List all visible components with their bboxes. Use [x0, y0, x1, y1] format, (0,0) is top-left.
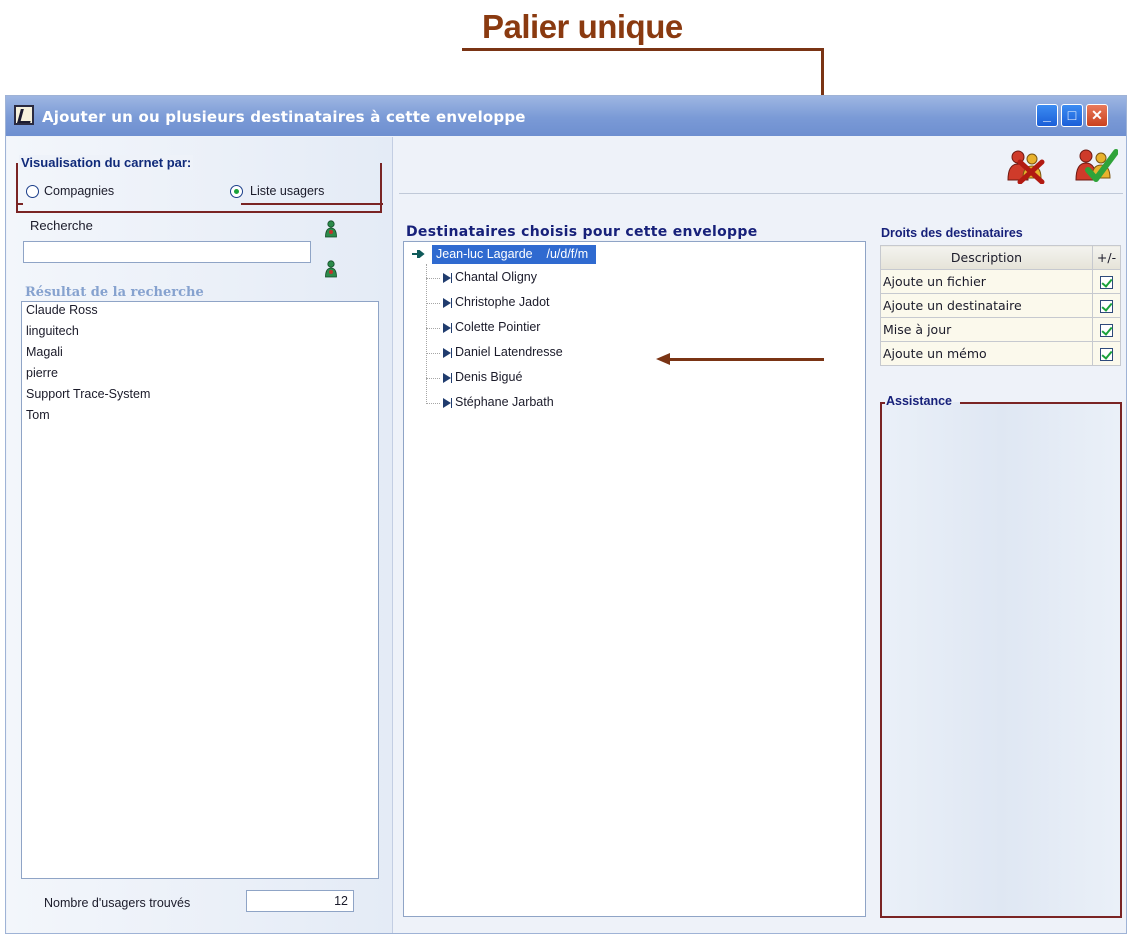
dialog-window: Ajouter un ou plusieurs destinataires à … [5, 95, 1127, 934]
maximize-icon: □ [1067, 107, 1077, 123]
annotation-underline [462, 48, 824, 51]
bar-icon [451, 273, 452, 283]
bar-icon [451, 373, 452, 383]
minimize-button[interactable]: _ [1036, 104, 1058, 127]
table-row: Mise à jour [880, 317, 1121, 342]
radio-user-list-label[interactable]: Liste usagers [250, 184, 324, 198]
root-arrow-icon [412, 250, 425, 258]
group-border [960, 402, 1122, 404]
checkbox[interactable] [1100, 348, 1113, 361]
checkbox[interactable] [1100, 300, 1113, 313]
play-icon [443, 298, 451, 308]
user-count-field: 12 [246, 890, 354, 912]
tree-item-label: Chantal Oligny [455, 270, 537, 284]
play-icon [443, 373, 451, 383]
group-border [17, 203, 23, 205]
user-count-label: Nombre d'usagers trouvés [44, 896, 191, 910]
table-row: Ajoute un fichier [880, 269, 1121, 294]
table-header-row: Description +/- [880, 245, 1121, 270]
checkbox[interactable] [1100, 324, 1113, 337]
radio-user-list[interactable] [230, 185, 243, 198]
toolbar-separator [399, 193, 1123, 194]
tree-guide [426, 264, 427, 402]
close-button[interactable]: ✕ [1086, 104, 1108, 127]
tree-root-owner[interactable]: Jean-luc Lagarde /u/d/f/m [432, 245, 597, 264]
search-label: Recherche [30, 218, 93, 233]
checkbox[interactable] [1100, 276, 1113, 289]
right-toggle[interactable] [1092, 293, 1121, 318]
title-bar[interactable]: Ajouter un ou plusieurs destinataires à … [6, 96, 1126, 136]
list-item[interactable]: Magali [26, 345, 63, 359]
results-label: Résultat de la recherche [25, 285, 204, 300]
close-icon: ✕ [1091, 107, 1103, 123]
table-row: Ajoute un mémo [880, 341, 1121, 366]
right-label: Ajoute un mémo [880, 341, 1093, 366]
add-person-icon[interactable] [324, 260, 338, 278]
bar-icon [451, 323, 452, 333]
list-item[interactable]: Tom [26, 408, 50, 422]
tree-connector [426, 278, 440, 279]
search-person-icon[interactable] [324, 220, 338, 238]
search-input[interactable] [23, 241, 311, 263]
maximize-button[interactable]: □ [1061, 104, 1083, 127]
annotation-connector-horizontal [668, 358, 824, 361]
group-border [241, 203, 383, 205]
list-item[interactable]: linguitech [26, 324, 79, 338]
tree-connector [426, 353, 440, 354]
right-toggle[interactable] [1092, 269, 1121, 294]
minimize-icon: _ [1043, 107, 1051, 123]
right-label: Ajoute un fichier [880, 269, 1093, 294]
assistance-panel [880, 402, 1122, 918]
group-border [880, 402, 885, 404]
tree-connector [426, 328, 440, 329]
annotation-arrowhead-icon [656, 353, 670, 365]
tree-item-label: Christophe Jadot [455, 295, 550, 309]
view-mode-label: Visualisation du carnet par: [19, 155, 194, 170]
table-row: Ajoute un destinataire [880, 293, 1121, 318]
radio-companies[interactable] [26, 185, 39, 198]
tree-item-label: Denis Bigué [455, 370, 523, 384]
bar-icon [451, 298, 452, 308]
tree-connector [426, 378, 440, 379]
column-toggle: +/- [1092, 245, 1121, 270]
envelope-app-icon [14, 105, 34, 125]
confirm-users-icon[interactable] [1074, 146, 1118, 184]
rights-table: Description +/- Ajoute un fichier Ajoute… [880, 245, 1121, 366]
play-icon [443, 398, 451, 408]
right-toggle[interactable] [1092, 317, 1121, 342]
list-item[interactable]: pierre [26, 366, 58, 380]
right-toggle[interactable] [1092, 341, 1121, 366]
right-label: Ajoute un destinataire [880, 293, 1093, 318]
annotation-title: Palier unique [482, 8, 683, 45]
tree-connector [426, 303, 440, 304]
list-item[interactable]: Claude Ross [26, 303, 98, 317]
right-label: Mise à jour [880, 317, 1093, 342]
bar-icon [451, 398, 452, 408]
column-description: Description [880, 245, 1093, 270]
play-icon [443, 323, 451, 333]
bar-icon [451, 348, 452, 358]
cancel-users-icon[interactable] [1006, 148, 1046, 184]
rights-label: Droits des destinataires [881, 226, 1023, 240]
results-list[interactable]: Claude Ross linguitech Magali pierre Sup… [21, 301, 379, 879]
window-title: Ajouter un ou plusieurs destinataires à … [42, 108, 526, 126]
radio-companies-label[interactable]: Compagnies [44, 184, 114, 198]
assistance-label: Assistance [886, 394, 953, 408]
play-icon [443, 273, 451, 283]
play-icon [443, 348, 451, 358]
list-item[interactable]: Support Trace-System [26, 387, 150, 401]
tree-connector [426, 403, 440, 404]
tree-item-label: Stéphane Jarbath [455, 395, 554, 409]
recipients-label: Destinataires choisis pour cette envelop… [406, 224, 758, 240]
tree-item-label: Daniel Latendresse [455, 345, 563, 359]
tree-item-label: Colette Pointier [455, 320, 541, 334]
recipients-tree[interactable]: Jean-luc Lagarde /u/d/f/m Chantal Oligny… [403, 241, 866, 917]
